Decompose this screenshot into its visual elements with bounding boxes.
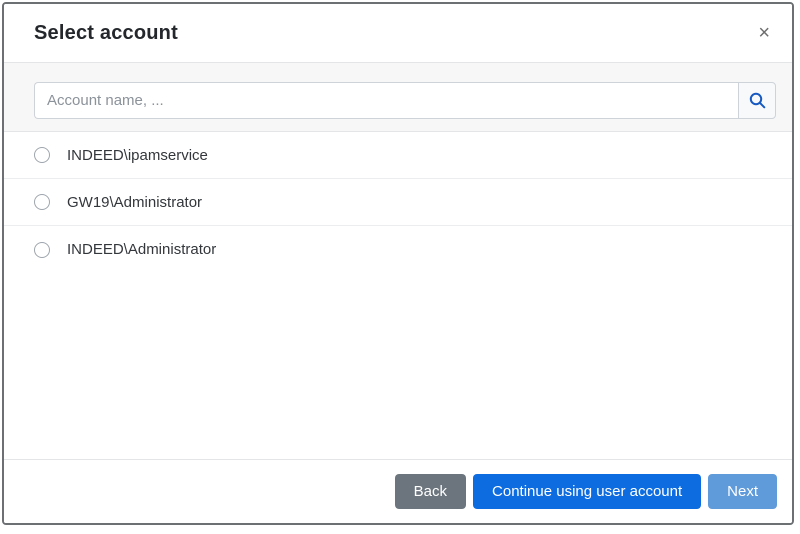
radio-button[interactable] — [34, 242, 50, 258]
search-button[interactable] — [738, 82, 776, 119]
account-row[interactable]: INDEED\ipamservice — [4, 132, 792, 179]
search-input[interactable] — [34, 82, 738, 119]
radio-button[interactable] — [34, 194, 50, 210]
close-icon: × — [758, 22, 770, 44]
account-row[interactable]: INDEED\Administrator — [4, 226, 792, 273]
account-row[interactable]: GW19\Administrator — [4, 179, 792, 226]
dialog-title: Select account — [34, 22, 178, 45]
account-label: INDEED\ipamservice — [67, 147, 208, 164]
next-button[interactable]: Next — [708, 474, 777, 509]
search-input-group — [34, 82, 776, 119]
search-icon — [749, 92, 766, 109]
select-account-dialog: Select account × INDEED\ipamservice GW19… — [2, 2, 794, 525]
search-section — [4, 62, 792, 132]
back-button[interactable]: Back — [395, 474, 466, 509]
dialog-footer: Back Continue using user account Next — [4, 459, 792, 523]
account-label: INDEED\Administrator — [67, 241, 216, 258]
account-list: INDEED\ipamservice GW19\Administrator IN… — [4, 132, 792, 459]
close-button[interactable]: × — [756, 23, 772, 43]
account-label: GW19\Administrator — [67, 194, 202, 211]
radio-button[interactable] — [34, 147, 50, 163]
continue-user-account-button[interactable]: Continue using user account — [473, 474, 701, 509]
dialog-header: Select account × — [4, 4, 792, 62]
